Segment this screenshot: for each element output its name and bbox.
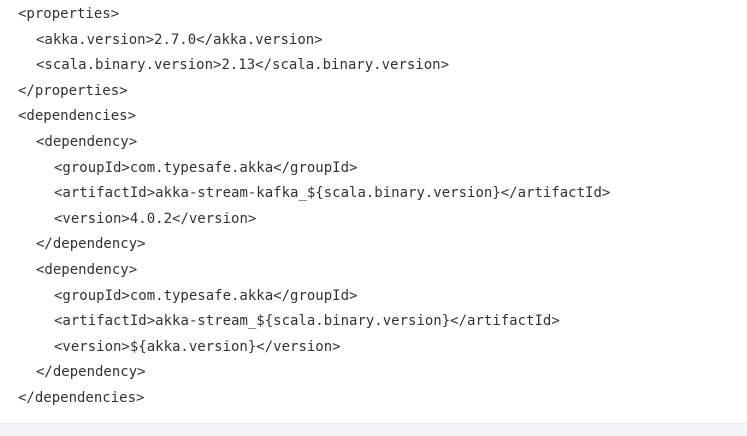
code-line: <scala.binary.version>2.13</scala.binary… (18, 53, 610, 79)
xml-tag: <dependency> (36, 261, 138, 278)
xml-tag: <dependencies> (18, 108, 137, 125)
code-line: <dependency> (18, 258, 610, 284)
xml-value: ${akka.version} (129, 338, 257, 355)
xml-tag: <scala.binary.version> (36, 57, 222, 74)
code-line: </properties> (18, 79, 610, 105)
xml-value: com.typesafe.akka (129, 159, 274, 176)
xml-tag: </dependencies> (18, 389, 145, 406)
code-line: <dependency> (18, 130, 610, 156)
xml-value: akka-stream-kafka_${scala.binary.version… (155, 185, 501, 202)
xml-tag: </version> (256, 338, 341, 355)
xml-value: akka-stream_${scala.binary.version} (155, 313, 451, 330)
code-line: <properties> (18, 2, 610, 28)
xml-tag: <version> (54, 338, 130, 355)
code-line: <akka.version>2.7.0</akka.version> (18, 28, 610, 54)
code-line: <dependencies> (18, 104, 610, 130)
xml-tag: </groupId> (273, 159, 358, 176)
code-line: <artifactId>akka-stream_${scala.binary.v… (18, 309, 610, 335)
xml-tag: <dependency> (36, 133, 138, 150)
xml-tag: </properties> (18, 82, 128, 99)
xml-tag: <akka.version> (36, 31, 155, 48)
code-line: <groupId>com.typesafe.akka</groupId> (18, 284, 610, 310)
xml-tag: </scala.binary.version> (255, 57, 450, 74)
code-line: <version>${akka.version}</version> (18, 335, 610, 361)
xml-value: 2.13 (221, 57, 256, 74)
xml-tag: <artifactId> (54, 185, 156, 202)
code-line: </dependencies> (18, 386, 610, 412)
code-snippet-panel: <properties> <akka.version>2.7.0</akka.ve… (0, 0, 747, 424)
xml-tag: </akka.version> (196, 31, 323, 48)
xml-tag: </version> (172, 210, 257, 227)
code-block: <properties> <akka.version>2.7.0</akka.ve… (18, 2, 610, 412)
code-line: <version>4.0.2</version> (18, 207, 610, 233)
code-line: </dependency> (18, 360, 610, 386)
xml-tag: </dependency> (36, 236, 146, 253)
xml-value: 4.0.2 (129, 210, 173, 227)
xml-tag: <groupId> (54, 159, 130, 176)
xml-tag: </dependency> (36, 364, 146, 381)
xml-value: com.typesafe.akka (129, 287, 274, 304)
code-line: </dependency> (18, 232, 610, 258)
code-line: <groupId>com.typesafe.akka</groupId> (18, 156, 610, 182)
xml-value: 2.7.0 (154, 31, 197, 48)
xml-tag: <artifactId> (54, 313, 156, 330)
code-line: <artifactId>akka-stream-kafka_${scala.bi… (18, 181, 610, 207)
xml-tag: </groupId> (273, 287, 358, 304)
xml-tag: <version> (54, 210, 130, 227)
xml-tag: <properties> (18, 6, 120, 22)
xml-tag: <groupId> (54, 287, 130, 304)
xml-tag: </artifactId> (450, 313, 560, 330)
xml-tag: </artifactId> (500, 185, 611, 202)
